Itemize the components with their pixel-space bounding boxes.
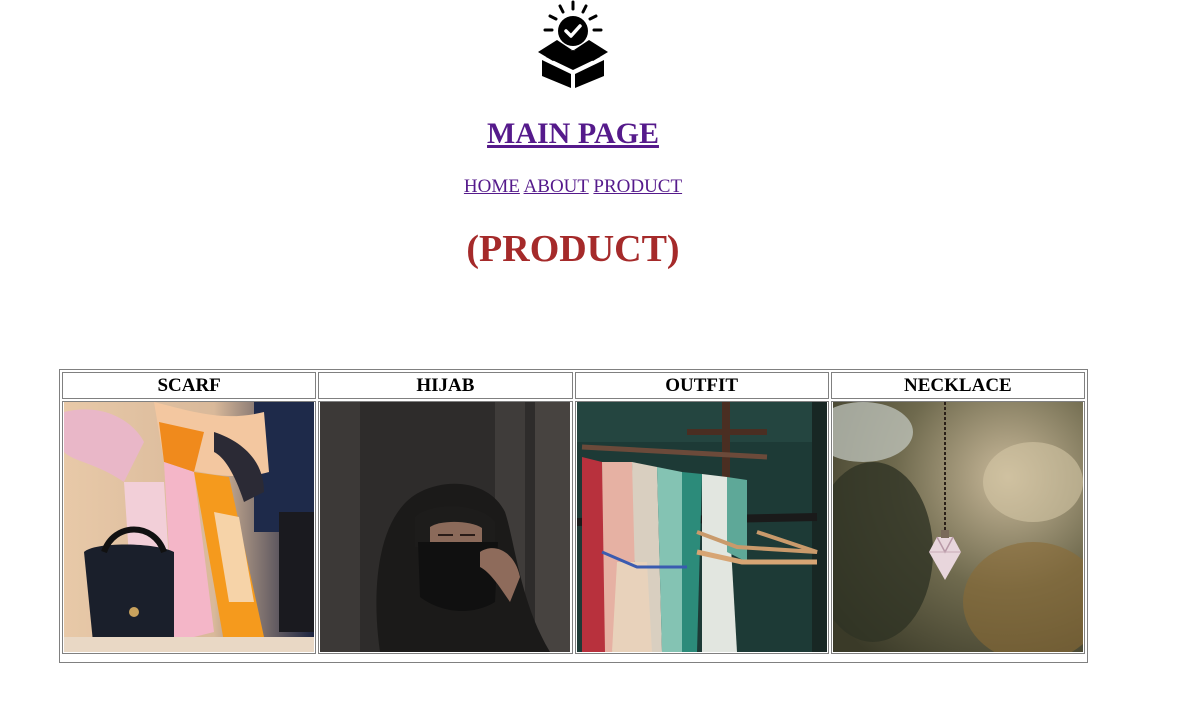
- hijab-cell: [318, 401, 573, 654]
- product-table: SCARF HIJAB OUTFIT NECKLACE: [59, 369, 1088, 663]
- necklace-photo: [832, 402, 1083, 652]
- main-page-link[interactable]: MAIN PAGE: [487, 117, 659, 150]
- product-header-row: SCARF HIJAB OUTFIT NECKLACE: [62, 372, 1085, 399]
- spacer-row: [62, 656, 1085, 660]
- hijab-photo: [320, 402, 571, 652]
- box-check-icon: [538, 0, 608, 88]
- product-image-row: [62, 401, 1085, 654]
- outfit-cell: [574, 401, 829, 654]
- scarf-cell: [62, 401, 317, 654]
- column-header-hijab: HIJAB: [318, 372, 573, 399]
- section-title: (PRODUCT): [466, 228, 680, 270]
- nav-product-link[interactable]: PRODUCT: [593, 176, 682, 197]
- column-header-outfit: OUTFIT: [574, 372, 829, 399]
- scarf-photo: [64, 402, 315, 652]
- column-header-scarf: SCARF: [62, 372, 317, 399]
- spacer-cell: [831, 656, 1085, 660]
- outfit-photo: [576, 402, 827, 652]
- page: MAIN PAGE HOME ABOUT PRODUCT (PRODUCT) S…: [0, 0, 1198, 712]
- nav-about-link[interactable]: ABOUT: [524, 176, 589, 197]
- spacer-cell: [62, 656, 316, 660]
- spacer-cell: [575, 656, 829, 660]
- main-title: MAIN PAGE: [0, 116, 1146, 152]
- necklace-cell: [830, 401, 1085, 654]
- nav-home-link[interactable]: HOME: [464, 176, 520, 197]
- spacer-cell: [318, 656, 572, 660]
- column-header-necklace: NECKLACE: [830, 372, 1085, 399]
- nav-bar: HOME ABOUT PRODUCT: [0, 176, 1146, 198]
